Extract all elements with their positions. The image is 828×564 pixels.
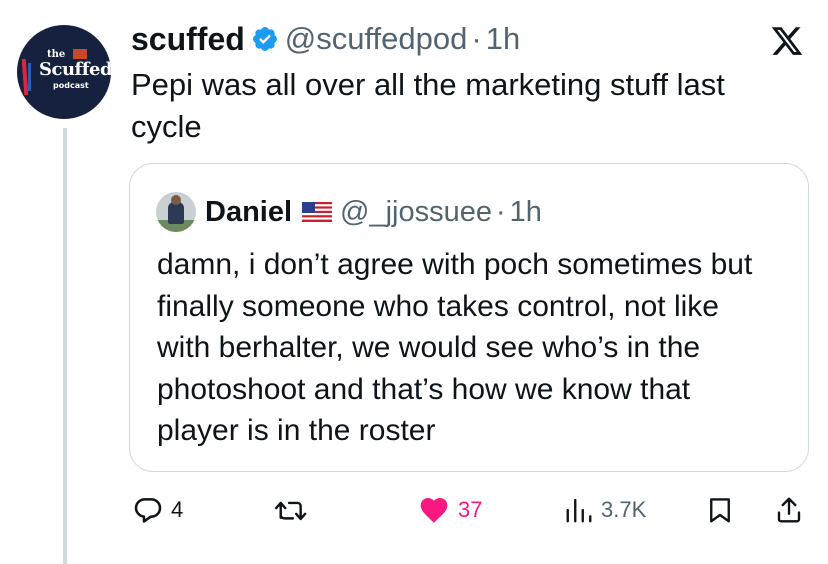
avatar-logo-flag	[73, 49, 87, 59]
quoted-author-name: Daniel	[205, 195, 293, 228]
verified-badge-icon	[252, 27, 277, 51]
separator-dot: ·	[471, 21, 482, 56]
avatar-head	[171, 195, 181, 205]
quoted-avatar	[156, 192, 196, 232]
separator-dot: ·	[496, 195, 506, 228]
avatar-logo-sub: podcast	[53, 81, 89, 90]
reply-button[interactable]: 4	[132, 492, 183, 528]
share-button[interactable]	[774, 492, 804, 528]
author-name[interactable]: scuffed	[131, 21, 245, 58]
tweet-text: Pepi was all over all the marketing stuf…	[131, 67, 725, 144]
action-bar: 4 37 3.7K	[0, 492, 828, 532]
views-count: 3.7K	[601, 497, 647, 522]
like-icon	[420, 498, 448, 523]
avatar-stripe	[28, 63, 31, 91]
quoted-tweet[interactable]: Daniel @_jjossuee · 1h damn, i don’t agr…	[129, 163, 809, 472]
repost-button[interactable]	[273, 492, 309, 528]
avatar-figure	[168, 202, 184, 224]
tweet-header: scuffed @scuffedpod · 1h	[131, 19, 520, 59]
avatar-logo-main: Scuffed	[39, 59, 111, 80]
views-icon	[566, 498, 592, 523]
author-avatar[interactable]: the Scuffed podcast	[17, 25, 111, 119]
share-icon	[777, 497, 801, 523]
quoted-header: Daniel @_jjossuee · 1h	[156, 192, 542, 232]
x-logo-icon	[771, 27, 803, 55]
bookmark-icon	[710, 498, 730, 523]
tweet-time[interactable]: 1h	[486, 21, 520, 57]
reply-count: 4	[171, 497, 184, 522]
views-button[interactable]: 3.7K	[564, 492, 646, 528]
like-button[interactable]: 37	[417, 492, 482, 528]
like-count: 37	[458, 497, 483, 522]
author-handle[interactable]: @scuffedpod	[285, 21, 468, 57]
repost-icon	[274, 501, 307, 521]
quoted-author-handle: @_jjossuee	[340, 195, 492, 228]
bookmark-button[interactable]	[705, 492, 735, 528]
quoted-text: damn, i don’t agree with poch sometimes …	[157, 248, 753, 447]
reply-icon	[134, 498, 162, 523]
quoted-time: 1h	[509, 195, 542, 228]
us-flag-icon	[302, 202, 333, 222]
